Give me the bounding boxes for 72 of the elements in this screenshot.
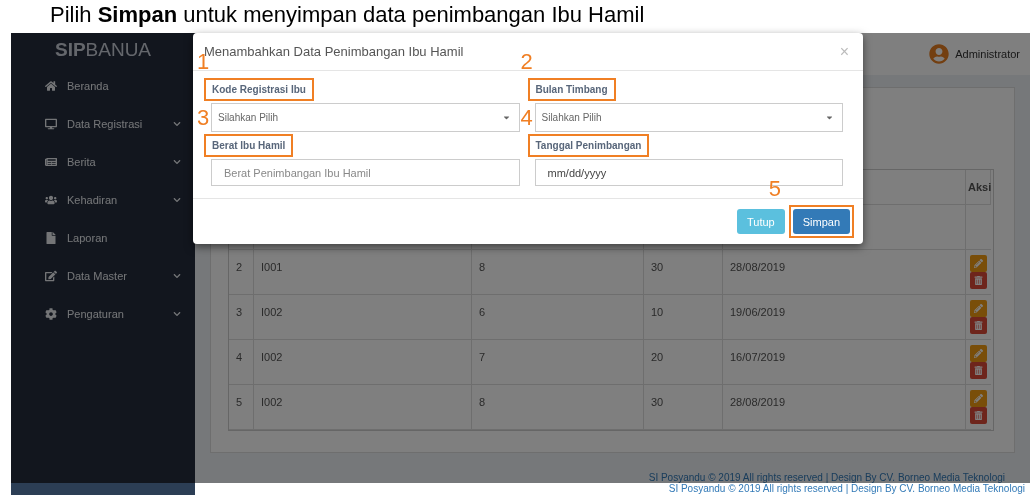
- sidebar-item[interactable]: Laporan: [11, 219, 195, 257]
- edit-button[interactable]: [970, 345, 987, 362]
- table-cell: 6: [472, 295, 644, 340]
- step-number: 2: [520, 49, 533, 75]
- table-cell: 10: [644, 295, 723, 340]
- table-cell: 2: [229, 250, 254, 295]
- newspaper-icon: [45, 156, 57, 168]
- table-cell: 28/08/2019: [723, 250, 966, 295]
- file-icon: [45, 232, 57, 244]
- brand-logo: SIPBANUA: [53, 38, 153, 62]
- table-cell: 4: [229, 340, 254, 385]
- footer-text: SI Posyandu © 2019 All rights reserved | Design By CV. Borneo Media Teknologi: [668, 483, 1026, 495]
- trash-icon: [974, 411, 983, 420]
- settings-icon: [45, 308, 57, 320]
- trash-icon: [974, 321, 983, 330]
- select-field[interactable]: Silahkan Pilih: [211, 103, 520, 132]
- chevron-icon: [173, 158, 181, 166]
- table-cell: I002: [254, 340, 472, 385]
- trash-icon: [974, 366, 983, 375]
- delete-button[interactable]: [970, 317, 987, 334]
- chevron-icon: [173, 196, 181, 204]
- edit-button[interactable]: [970, 255, 987, 272]
- chevron-icon: [173, 120, 181, 128]
- trash-icon: [974, 276, 983, 285]
- users-icon: [45, 194, 57, 206]
- sidebar-item[interactable]: Pengaturan: [11, 295, 195, 333]
- modal-title: Menambahkan Data Penimbangan Ibu Hamil: [204, 44, 464, 59]
- input-field[interactable]: Berat Penimbangan Ibu Hamil: [211, 159, 520, 186]
- table-cell: 28/08/2019: [723, 385, 966, 430]
- table-cell: 20: [644, 340, 723, 385]
- pencil-icon: [974, 259, 983, 268]
- user-menu[interactable]: Administrator: [929, 44, 1020, 64]
- sidebar-item[interactable]: Kehadiran: [11, 181, 195, 219]
- caption-text: Pilih Simpan untuk menyimpan data penimbangan Ibu Hamil: [50, 1, 646, 29]
- caret-icon: [501, 113, 511, 122]
- table-cell: 7: [472, 340, 644, 385]
- table-cell: 8: [472, 250, 644, 295]
- save-button[interactable]: Simpan: [792, 209, 850, 234]
- home-icon: [45, 80, 57, 92]
- avatar-icon: [929, 44, 950, 64]
- sidebar-item[interactable]: Data Master: [11, 257, 195, 295]
- select-field[interactable]: Silahkan Pilih: [534, 103, 843, 132]
- pencil-icon: [974, 304, 983, 313]
- delete-button[interactable]: [970, 272, 987, 289]
- table-cell: 5: [229, 385, 254, 430]
- pencil-icon: [974, 349, 983, 358]
- table-cell: 3: [229, 295, 254, 340]
- pencil-icon: [974, 394, 983, 403]
- column-header: Aksi: [966, 170, 991, 205]
- sidebar-item[interactable]: Berita: [11, 143, 195, 181]
- footer-text: SI Posyandu © 2019 All rights reserved | Design By CV. Borneo Media Teknologi: [647, 471, 1005, 483]
- caret-icon: [825, 113, 834, 122]
- table-cell: 8: [472, 385, 644, 430]
- table-cell: 30: [644, 250, 723, 295]
- edit-icon: [45, 270, 57, 282]
- sidebar-item[interactable]: Data Registrasi: [11, 105, 195, 143]
- sidebar-item[interactable]: Beranda: [11, 67, 195, 105]
- table-cell: 30: [644, 385, 723, 430]
- table-cell: I001: [254, 250, 472, 295]
- edit-button[interactable]: [970, 390, 987, 407]
- table-cell: I002: [254, 295, 472, 340]
- chevron-icon: [173, 272, 181, 280]
- chevron-icon: [173, 310, 181, 318]
- table-cell: 19/06/2019: [723, 295, 966, 340]
- delete-button[interactable]: [970, 362, 987, 379]
- step-number: 4: [520, 105, 533, 131]
- delete-button[interactable]: [970, 407, 987, 424]
- table-cell: I002: [254, 385, 472, 430]
- monitor-icon: [45, 118, 57, 130]
- edit-button[interactable]: [970, 300, 987, 317]
- step-number: 3: [197, 105, 210, 131]
- table-cell: 16/07/2019: [723, 340, 966, 385]
